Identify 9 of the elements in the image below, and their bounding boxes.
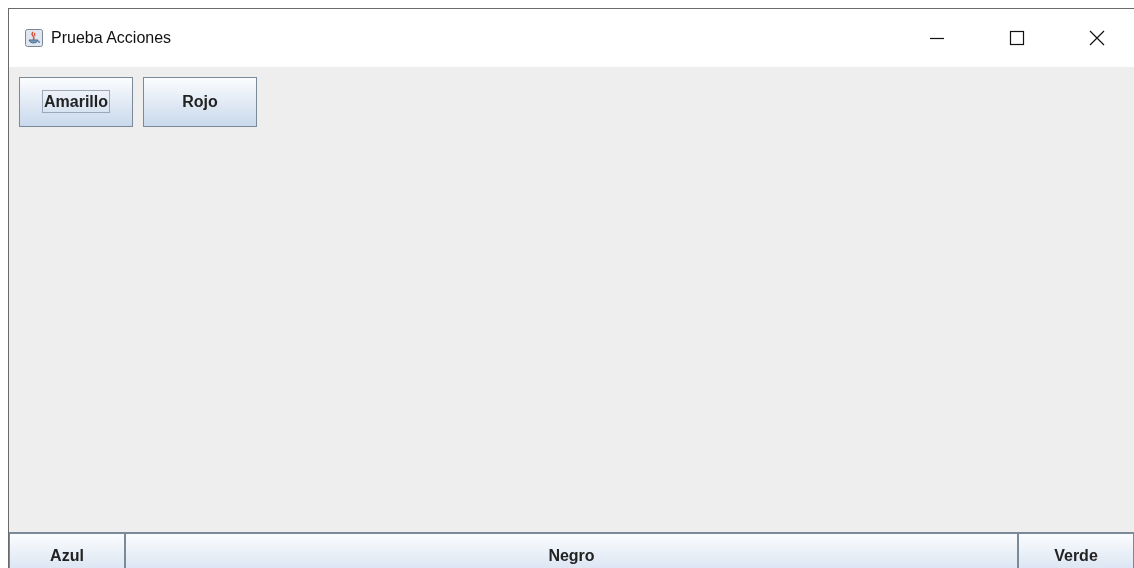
color-button[interactable]: Rojo <box>143 77 257 127</box>
maximize-icon[interactable] <box>1008 29 1026 47</box>
java-cup-icon <box>25 29 43 47</box>
window-title: Prueba Acciones <box>51 29 172 47</box>
close-icon[interactable] <box>1088 29 1106 47</box>
color-button[interactable]: Azul <box>9 532 125 568</box>
color-button[interactable]: Amarillo <box>19 77 133 127</box>
color-button[interactable]: Negro <box>125 532 1018 568</box>
color-button[interactable]: Verde <box>1018 532 1134 568</box>
